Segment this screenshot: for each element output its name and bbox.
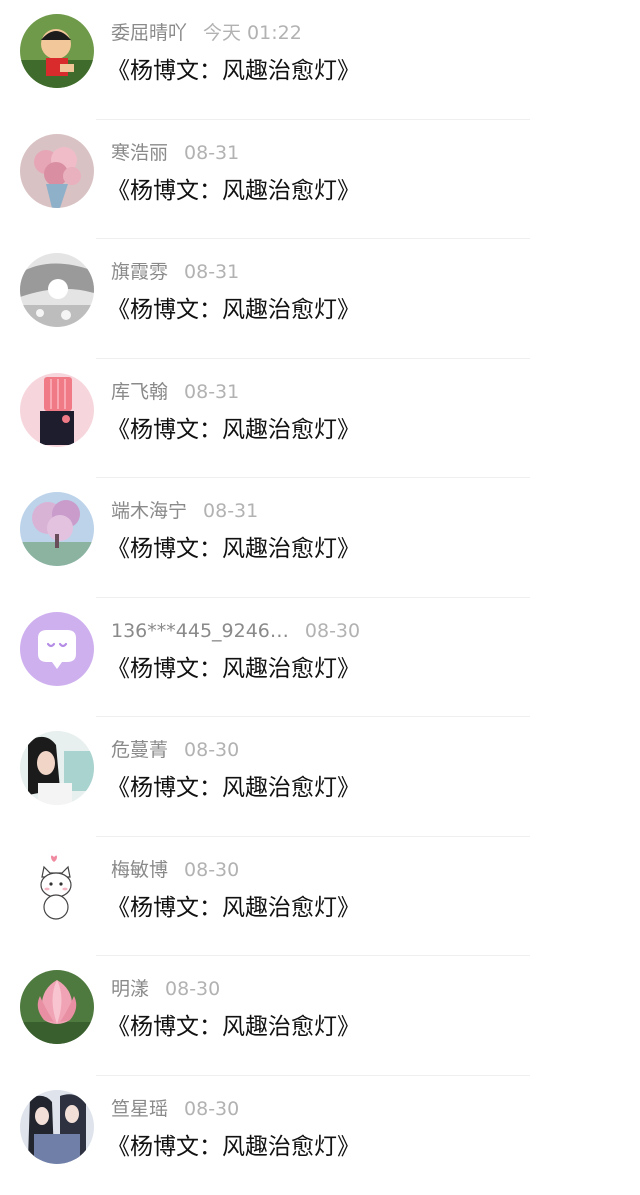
username[interactable]: 梅敏博 — [111, 855, 168, 885]
list-item[interactable]: 库飞翰 08-31 《杨博文：风趣治愈灯》 — [0, 359, 640, 479]
timestamp: 08-30 — [184, 735, 239, 765]
timestamp: 08-30 — [184, 1094, 239, 1124]
username[interactable]: 笪星瑶 — [111, 1094, 168, 1124]
comment-meta: 136***445_9246… 08-30 — [111, 616, 360, 646]
avatar[interactable] — [20, 731, 94, 805]
avatar[interactable] — [20, 373, 94, 447]
comment-text: 《杨博文：风趣治愈灯》 — [107, 531, 360, 567]
list-item[interactable]: 明漾 08-30 《杨博文：风趣治愈灯》 — [0, 956, 640, 1076]
list-item[interactable]: 136***445_9246… 08-30 《杨博文：风趣治愈灯》 — [0, 598, 640, 718]
comment-text: 《杨博文：风趣治愈灯》 — [107, 412, 360, 448]
timestamp: 08-31 — [203, 496, 258, 526]
comment-text: 《杨博文：风趣治愈灯》 — [107, 1129, 360, 1165]
avatar[interactable] — [20, 134, 94, 208]
comment-meta: 委屈晴吖今天 01:22 — [111, 18, 302, 48]
username[interactable]: 危蔓菁 — [111, 735, 168, 765]
username[interactable]: 旗霞雰 — [111, 257, 168, 287]
avatar[interactable] — [20, 612, 94, 686]
timestamp: 08-30 — [184, 855, 239, 885]
anime-couple-avatar-icon — [20, 1090, 94, 1164]
default-chat-bubble-avatar-icon — [20, 612, 94, 686]
username[interactable]: 寒浩丽 — [111, 138, 168, 168]
comment-text: 《杨博文：风趣治愈灯》 — [107, 292, 360, 328]
timestamp: 08-31 — [184, 257, 239, 287]
timestamp: 今天 01:22 — [203, 18, 302, 48]
avatar[interactable] — [20, 851, 94, 925]
list-item[interactable]: 危蔓菁 08-30 《杨博文：风趣治愈灯》 — [0, 717, 640, 837]
grayscale-photo-avatar-icon — [20, 253, 94, 327]
timestamp: 08-31 — [184, 138, 239, 168]
pink-box-avatar-icon — [20, 373, 94, 447]
timestamp: 08-30 — [165, 974, 220, 1004]
comment-meta: 梅敏博 08-30 — [111, 855, 239, 885]
cartoon-boy-avatar-icon — [20, 14, 94, 88]
list-item[interactable]: 旗霞雰 08-31 《杨博文：风趣治愈灯》 — [0, 239, 640, 359]
comment-meta: 旗霞雰 08-31 — [111, 257, 239, 287]
avatar[interactable] — [20, 492, 94, 566]
list-item[interactable]: 委屈晴吖今天 01:22 《杨博文：风趣治愈灯》 — [0, 0, 640, 120]
list-item[interactable]: 梅敏博 08-30 《杨博文：风趣治愈灯》 — [0, 837, 640, 957]
comment-meta: 寒浩丽 08-31 — [111, 138, 239, 168]
lotus-flower-avatar-icon — [20, 970, 94, 1044]
comment-text: 《杨博文：风趣治愈灯》 — [107, 890, 360, 926]
username[interactable]: 136***445_9246… — [111, 616, 289, 646]
comment-meta: 端木海宁 08-31 — [111, 496, 258, 526]
avatar[interactable] — [20, 14, 94, 88]
comment-meta: 笪星瑶 08-30 — [111, 1094, 239, 1124]
girl-portrait-avatar-icon — [20, 731, 94, 805]
avatar[interactable] — [20, 1090, 94, 1164]
username[interactable]: 库飞翰 — [111, 377, 168, 407]
comment-meta: 库飞翰 08-31 — [111, 377, 239, 407]
timestamp: 08-31 — [184, 377, 239, 407]
white-cat-avatar-icon — [20, 851, 94, 925]
comment-text: 《杨博文：风趣治愈灯》 — [107, 770, 360, 806]
list-item[interactable]: 端木海宁 08-31 《杨博文：风趣治愈灯》 — [0, 478, 640, 598]
cherry-tree-avatar-icon — [20, 492, 94, 566]
comment-text: 《杨博文：风趣治愈灯》 — [107, 651, 360, 687]
comment-meta: 危蔓菁 08-30 — [111, 735, 239, 765]
list-item[interactable]: 寒浩丽 08-31 《杨博文：风趣治愈灯》 — [0, 120, 640, 240]
comment-meta: 明漾 08-30 — [111, 974, 220, 1004]
username[interactable]: 委屈晴吖 — [111, 18, 187, 48]
comment-list: 委屈晴吖今天 01:22 《杨博文：风趣治愈灯》 寒浩丽 08-31 《杨博文：风… — [0, 0, 640, 1180]
list-item[interactable]: 笪星瑶 08-30 《杨博文：风趣治愈灯》 — [0, 1076, 640, 1195]
avatar[interactable] — [20, 253, 94, 327]
comment-text: 《杨博文：风趣治愈灯》 — [107, 173, 360, 209]
comment-text: 《杨博文：风趣治愈灯》 — [107, 53, 360, 89]
timestamp: 08-30 — [305, 616, 360, 646]
avatar[interactable] — [20, 970, 94, 1044]
username[interactable]: 端木海宁 — [111, 496, 187, 526]
username[interactable]: 明漾 — [111, 974, 149, 1004]
comment-text: 《杨博文：风趣治愈灯》 — [107, 1009, 360, 1045]
flower-bouquet-avatar-icon — [20, 134, 94, 208]
